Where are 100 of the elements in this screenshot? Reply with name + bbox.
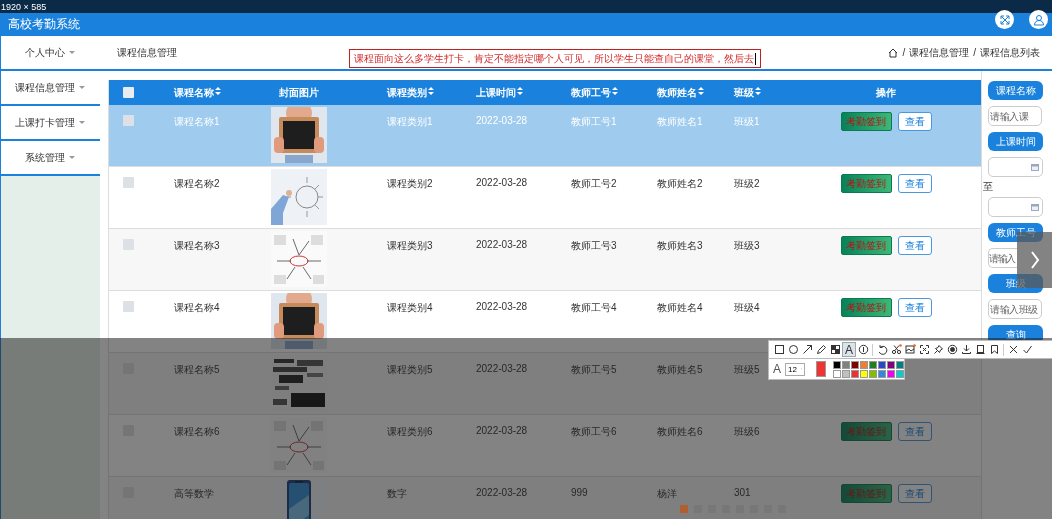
download-icon: [960, 344, 972, 355]
bookmark-icon: [988, 344, 1000, 355]
pencil-icon: [815, 344, 827, 355]
view-button[interactable]: 查看: [897, 174, 932, 193]
table-cell-text: 教师工号2: [571, 177, 617, 191]
color-swatch[interactable]: [878, 369, 886, 378]
column-header[interactable]: 教师工号: [571, 85, 611, 100]
table-row[interactable]: 课程名称3 课程类别3 2022-03-28 教师工号3 教师姓名3 班级3 考勤签到 查看: [108, 229, 981, 291]
table-cell-text: 课程名称2: [174, 177, 220, 191]
font-size-dropdown[interactable]: 12: [785, 362, 805, 376]
color-swatch[interactable]: [869, 360, 877, 369]
table-cell-text: 2022-03-28: [476, 301, 528, 314]
table-cell-text: 高等数学: [174, 487, 214, 501]
table-cell-text: 教师工号4: [571, 301, 617, 315]
color-swatch[interactable]: [896, 369, 904, 378]
rectangle-icon: [773, 344, 785, 355]
row-checkbox[interactable]: [123, 115, 134, 126]
view-button[interactable]: 查看: [897, 112, 932, 131]
row-checkbox[interactable]: [123, 301, 134, 312]
select-all-checkbox[interactable]: [123, 87, 134, 98]
mosaic-tool[interactable]: [828, 342, 842, 357]
color-swatch[interactable]: [887, 369, 895, 378]
numbered-circle-tool[interactable]: [856, 342, 870, 357]
user-button[interactable]: [1029, 10, 1048, 29]
table-cell-text: 教师工号3: [571, 239, 617, 253]
breadcrumb-link[interactable]: 课程信息管理: [909, 45, 970, 60]
sidebar-item[interactable]: 课程信息管理: [1, 71, 100, 106]
search-field[interactable]: 请输入课: [988, 106, 1042, 126]
table-cell-text: 班级4: [734, 301, 760, 315]
breadcrumb-separator: /: [902, 47, 906, 58]
pencil-tool[interactable]: [814, 342, 828, 357]
view-button[interactable]: 查看: [897, 422, 932, 441]
fullscreen-button[interactable]: [995, 10, 1014, 29]
table-cell-text: 2022-03-28: [476, 487, 528, 500]
search-field[interactable]: 请输入: [988, 248, 1017, 268]
sidebar-item[interactable]: 系统管理: [1, 141, 100, 176]
range-separator: 至: [983, 181, 994, 193]
table-cell-text: 2022-03-28: [476, 239, 528, 252]
chevron-right-icon: [1029, 250, 1040, 270]
record-tool[interactable]: [945, 342, 959, 357]
view-button[interactable]: 查看: [897, 298, 932, 317]
image-tool[interactable]: [903, 342, 917, 357]
table-row[interactable]: 课程名称2 课程类别2 2022-03-28 教师工号2 教师姓名2 班级2 考勤签到 查看: [108, 167, 981, 229]
color-swatch[interactable]: [869, 369, 877, 378]
column-header[interactable]: 教师姓名: [657, 85, 697, 100]
check-icon: [1021, 344, 1033, 355]
table-cell-text: 课程类别6: [387, 425, 433, 439]
download-tool[interactable]: [959, 342, 973, 357]
view-button[interactable]: 查看: [897, 484, 932, 503]
color-swatch[interactable]: [851, 360, 859, 369]
row-checkbox[interactable]: [123, 239, 134, 250]
color-swatch[interactable]: [851, 369, 859, 378]
date-field[interactable]: [988, 197, 1043, 217]
color-swatch[interactable]: [878, 360, 886, 369]
color-swatch[interactable]: [896, 360, 904, 369]
row-checkbox[interactable]: [123, 177, 134, 188]
text-tool[interactable]: A: [842, 342, 856, 357]
sidebar-item[interactable]: 上课打卡管理: [1, 106, 100, 141]
table-cell-text: 课程类别2: [387, 177, 433, 191]
table-cell-text: 教师姓名5: [657, 363, 703, 377]
circle-icon: [787, 344, 799, 355]
color-swatch[interactable]: [842, 360, 850, 369]
table-cell-text: 课程类别4: [387, 301, 433, 315]
color-swatch[interactable]: [860, 360, 868, 369]
table-cell-text: 2022-03-28: [476, 177, 528, 190]
color-swatch[interactable]: [860, 369, 868, 378]
date-field[interactable]: [988, 157, 1043, 177]
annotation-text-box[interactable]: 课程面向这么多学生打卡，肯定不能指定哪个人可见，所以学生只能查自己的课堂，然后去: [349, 49, 761, 68]
user-icon: [1032, 13, 1045, 26]
view-button[interactable]: 查看: [897, 236, 932, 255]
scissors-tool[interactable]: [889, 342, 903, 357]
table-cell-text: 课程名称1: [174, 115, 220, 129]
column-header[interactable]: 班级: [734, 85, 754, 100]
table-cell-text: 课程名称5: [174, 363, 220, 377]
table-cell-text: 教师姓名6: [657, 425, 703, 439]
column-header[interactable]: 上课时间: [476, 85, 516, 100]
color-swatch[interactable]: [842, 369, 850, 378]
home-icon: [888, 47, 899, 58]
color-swatch[interactable]: [833, 369, 841, 378]
table-cell-text: 教师姓名1: [657, 115, 703, 129]
table-cell-text: 教师姓名2: [657, 177, 703, 191]
rectangle-tool[interactable]: [772, 342, 786, 357]
column-header: 操作: [876, 85, 896, 100]
search-field[interactable]: 请输入班级: [988, 299, 1042, 319]
column-header[interactable]: 课程名称: [174, 85, 214, 100]
table-row[interactable]: 课程名称1 课程类别1 2022-03-28 教师工号1 教师姓名1 班级1 考勤签到 查看: [108, 105, 981, 167]
column-header[interactable]: 课程类别: [387, 85, 427, 100]
frame-tool[interactable]: [917, 342, 931, 357]
color-swatch[interactable]: [833, 360, 841, 369]
table-cell-text: 教师工号1: [571, 115, 617, 129]
capture-size-label: 1920 × 585: [1, 1, 47, 12]
table-cell-text: 教师工号6: [571, 425, 617, 439]
circle-tool[interactable]: [786, 342, 800, 357]
table-cell-text: 2022-03-28: [476, 425, 528, 438]
filter-label: 上课时间: [988, 132, 1043, 151]
table-cell-text: 教师姓名3: [657, 239, 703, 253]
table-cell-text: 班级6: [734, 425, 760, 439]
table-cell-text: 2022-03-28: [476, 363, 528, 376]
table-cell-text: 教师工号5: [571, 363, 617, 377]
color-swatch[interactable]: [887, 360, 895, 369]
